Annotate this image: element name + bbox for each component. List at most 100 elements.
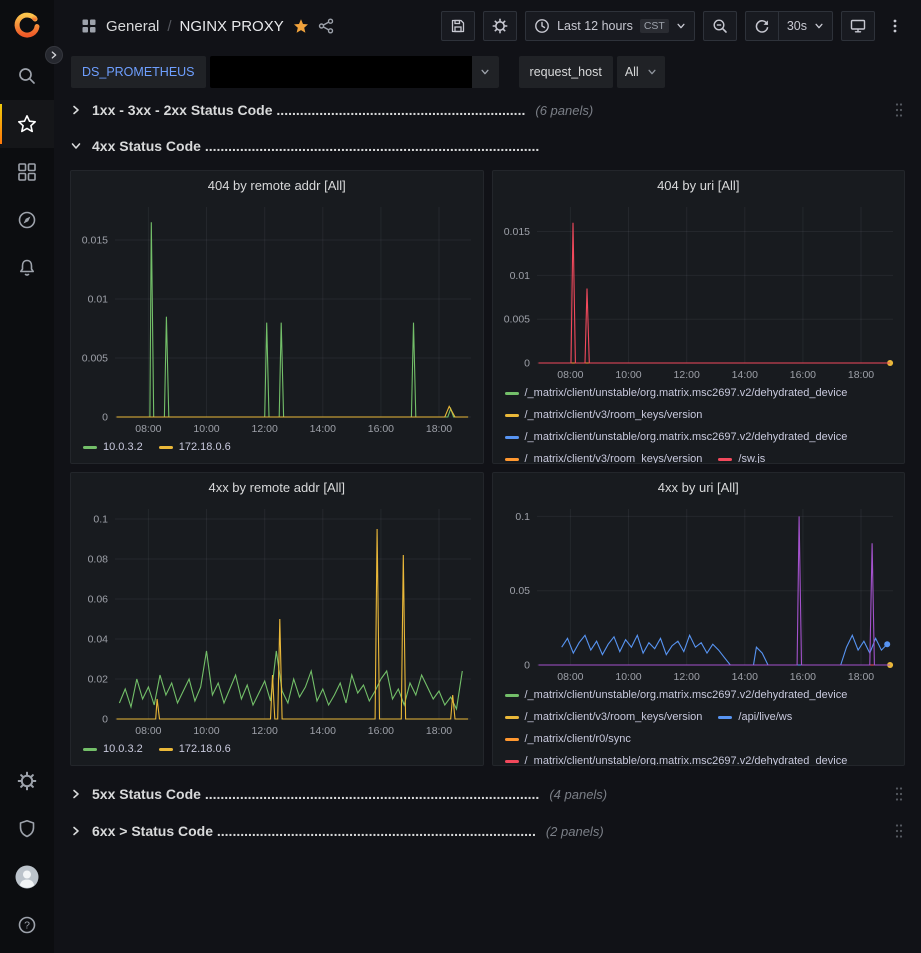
legend-item[interactable]: /_matrix/client/v3/room_keys/version (505, 709, 703, 725)
legend-swatch (505, 414, 519, 417)
legend-label: 10.0.3.2 (103, 741, 143, 757)
share-icon[interactable] (318, 18, 334, 34)
timeseries-chart[interactable]: 00.050.108:0010:0012:0014:0016:0018:00 (493, 501, 905, 685)
sidebar-item-profile[interactable] (0, 853, 54, 901)
panel-grid: 404 by remote addr [All] 00.0050.010.015… (70, 170, 905, 766)
sidebar-item-server-admin[interactable] (0, 805, 54, 853)
refresh-group: 30s (745, 11, 833, 41)
sidebar-item-dashboards[interactable] (0, 148, 54, 196)
chevron-down-icon (647, 67, 657, 77)
row-4xx-status-code[interactable]: 4xx Status Code ........................… (70, 132, 905, 160)
dashboard-title[interactable]: NGINX PROXY (180, 18, 284, 35)
svg-text:0.005: 0.005 (82, 353, 108, 365)
sidebar-item-explore[interactable] (0, 196, 54, 244)
panel-title-text: 4xx by uri [All] (658, 480, 739, 495)
legend-swatch (505, 716, 519, 719)
drag-handle-icon[interactable] (893, 784, 905, 804)
favorite-star-icon[interactable] (293, 18, 309, 34)
avatar (15, 865, 39, 889)
svg-text:0.1: 0.1 (93, 514, 108, 526)
legend-swatch (505, 458, 519, 461)
legend-item[interactable]: /_matrix/client/unstable/org.matrix.msc2… (505, 687, 848, 703)
legend-item[interactable]: /_matrix/client/v3/room_keys/version (505, 407, 703, 423)
sidebar-expand-button[interactable] (45, 46, 63, 64)
legend-item[interactable]: 172.18.0.6 (159, 741, 231, 757)
time-range-picker[interactable]: Last 12 hours CST (525, 11, 695, 41)
ds-prometheus-dropdown[interactable] (210, 56, 499, 88)
drag-handle-icon[interactable] (893, 821, 905, 841)
refresh-interval-label: 30s (787, 19, 807, 33)
svg-text:18:00: 18:00 (847, 369, 873, 381)
chevron-down-icon (70, 140, 92, 152)
dashboard-settings-button[interactable] (483, 11, 517, 41)
legend-swatch (83, 446, 97, 449)
sidebar-item-configuration[interactable] (0, 757, 54, 805)
gear-icon (492, 18, 508, 34)
svg-text:0.1: 0.1 (515, 511, 530, 523)
row-panel-count: (4 panels) (549, 787, 607, 802)
legend-swatch (718, 716, 732, 719)
legend-item[interactable]: 10.0.3.2 (83, 439, 143, 455)
legend-swatch (505, 760, 519, 763)
refresh-interval-dropdown[interactable]: 30s (778, 11, 833, 41)
legend-item[interactable]: 172.18.0.6 (159, 439, 231, 455)
timeseries-chart[interactable]: 00.020.040.060.080.108:0010:0012:0014:00… (71, 501, 483, 739)
svg-text:14:00: 14:00 (731, 369, 757, 381)
sidebar-item-starred[interactable] (0, 100, 54, 148)
panel-title[interactable]: 404 by remote addr [All] (71, 171, 483, 199)
svg-text:08:00: 08:00 (557, 369, 583, 381)
legend-label: /_matrix/client/unstable/org.matrix.msc2… (525, 753, 848, 765)
drag-handle-icon[interactable] (893, 100, 905, 120)
grafana-logo[interactable] (13, 0, 41, 52)
row-1xx-3xx-2xx-status-code[interactable]: 1xx - 3xx - 2xx Status Code ............… (70, 96, 905, 124)
panel-title-text: 4xx by remote addr [All] (208, 480, 345, 495)
compass-icon (17, 210, 37, 230)
breadcrumb: General / NGINX PROXY (106, 18, 284, 35)
variable-label-ds-prometheus[interactable]: DS_PROMETHEUS (71, 56, 206, 88)
zoom-out-button[interactable] (703, 11, 737, 41)
refresh-icon (754, 18, 770, 34)
zoom-out-icon (712, 18, 728, 34)
svg-text:08:00: 08:00 (557, 671, 583, 683)
svg-text:0.01: 0.01 (88, 294, 109, 306)
chevron-right-icon (70, 104, 92, 116)
request-host-dropdown[interactable]: All (617, 56, 665, 88)
svg-text:0.01: 0.01 (509, 270, 530, 282)
row-6xx-status-code[interactable]: 6xx > Status Code ......................… (70, 817, 905, 845)
legend-item[interactable]: /_matrix/client/v3/room_keys/version (505, 451, 703, 463)
legend-item[interactable]: /sw.js (718, 451, 765, 463)
legend-swatch (83, 748, 97, 751)
kebab-menu-button[interactable] (883, 11, 907, 41)
svg-text:18:00: 18:00 (426, 725, 452, 737)
sidebar-item-alerting[interactable] (0, 244, 54, 292)
refresh-button[interactable] (745, 11, 779, 41)
request-host-value: All (625, 65, 639, 79)
tv-mode-button[interactable] (841, 11, 875, 41)
panel-title[interactable]: 4xx by remote addr [All] (71, 473, 483, 501)
legend-item[interactable]: /_matrix/client/unstable/org.matrix.msc2… (505, 385, 848, 401)
legend-label: 172.18.0.6 (179, 439, 231, 455)
sidebar-item-help[interactable] (0, 901, 54, 949)
svg-text:0.005: 0.005 (503, 314, 529, 326)
legend-item[interactable]: /_matrix/client/r0/sync (505, 731, 631, 747)
svg-text:14:00: 14:00 (310, 423, 336, 435)
breadcrumb-folder[interactable]: General (106, 18, 159, 35)
time-range-label: Last 12 hours (557, 19, 633, 33)
legend-label: /_matrix/client/r0/sync (525, 731, 631, 747)
panel-title[interactable]: 404 by uri [All] (493, 171, 905, 199)
save-dashboard-button[interactable] (441, 11, 475, 41)
legend-item[interactable]: /api/live/ws (718, 709, 792, 725)
legend-item[interactable]: 10.0.3.2 (83, 741, 143, 757)
panel-title[interactable]: 4xx by uri [All] (493, 473, 905, 501)
legend-swatch (505, 694, 519, 697)
row-title: 1xx - 3xx - 2xx Status Code ............… (92, 102, 525, 118)
legend-item[interactable]: /_matrix/client/unstable/org.matrix.msc2… (505, 429, 848, 445)
timeseries-chart[interactable]: 00.0050.010.01508:0010:0012:0014:0016:00… (71, 199, 483, 437)
apps-grid-icon[interactable] (81, 18, 97, 34)
svg-text:08:00: 08:00 (135, 725, 161, 737)
legend-item[interactable]: /_matrix/client/unstable/org.matrix.msc2… (505, 753, 848, 765)
timeseries-chart[interactable]: 00.0050.010.01508:0010:0012:0014:0016:00… (493, 199, 905, 383)
bell-icon (17, 258, 37, 278)
row-5xx-status-code[interactable]: 5xx Status Code ........................… (70, 780, 905, 808)
svg-text:0.015: 0.015 (503, 226, 529, 238)
